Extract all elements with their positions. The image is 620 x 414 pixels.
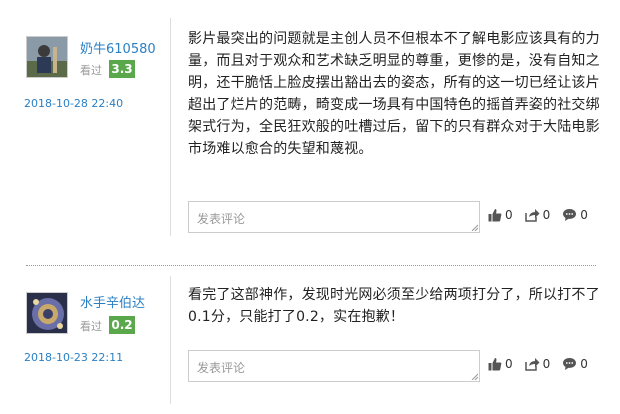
- avatar[interactable]: [26, 36, 68, 78]
- username[interactable]: 水手辛伯达: [80, 292, 145, 311]
- comment-placeholder: 发表评论: [197, 361, 246, 375]
- comment-count: 0: [580, 357, 588, 371]
- comment-count: 0: [580, 208, 588, 222]
- avatar[interactable]: [26, 292, 68, 334]
- share-button[interactable]: 0: [524, 208, 551, 222]
- review-divider: [26, 265, 596, 266]
- review-item: 水手辛伯达 看过 0.2 2018-10-23 22:11 看完了这部神作，发现…: [0, 268, 620, 414]
- review-text: 看完了这部神作，发现时光网必须至少给两项打分了，所以打不了0.1分，只能打了0.…: [188, 287, 600, 325]
- review-item: 奶牛610580 看过 3.3 2018-10-28 22:40 影片最突出的问…: [0, 0, 620, 262]
- like-button[interactable]: 0: [488, 208, 513, 222]
- reviewer-info: 水手辛伯达 看过 0.2 2018-10-23 22:11: [0, 268, 175, 414]
- review-actions: 0 0 0: [488, 354, 600, 374]
- review-date: 2018-10-23 22:11: [24, 351, 124, 364]
- watched-label: 看过: [80, 320, 102, 333]
- share-count: 0: [542, 357, 551, 371]
- comment-button[interactable]: 0: [562, 357, 588, 371]
- column-separator: [170, 276, 171, 404]
- review-actions: 0 0 0: [488, 205, 600, 225]
- share-icon: [524, 358, 540, 371]
- thumbs-up-icon: [488, 358, 502, 371]
- like-count: 0: [505, 357, 513, 371]
- comment-input[interactable]: 发表评论: [188, 201, 480, 233]
- review-date: 2018-10-28 22:40: [24, 97, 124, 110]
- resize-grip-icon[interactable]: [470, 223, 478, 231]
- comment-bubble-icon: [563, 209, 577, 221]
- comment-bubble-icon: [563, 358, 577, 370]
- share-count: 0: [542, 208, 551, 222]
- score-badge: 0.2: [109, 316, 135, 334]
- comment-input[interactable]: 发表评论: [188, 350, 480, 382]
- thumbs-up-icon: [488, 209, 502, 222]
- resize-grip-icon[interactable]: [470, 372, 478, 380]
- reviewer-info: 奶牛610580 看过 3.3 2018-10-28 22:40: [0, 0, 175, 262]
- comment-placeholder: 发表评论: [197, 212, 246, 226]
- like-button[interactable]: 0: [488, 357, 513, 371]
- share-button[interactable]: 0: [524, 357, 551, 371]
- share-icon: [524, 209, 540, 222]
- review-text: 影片最突出的问题就是主创人员不但根本不了解电影应该具有的力量，而且对于观众和艺术…: [188, 31, 600, 157]
- score-badge: 3.3: [109, 60, 135, 78]
- watched-label: 看过: [80, 64, 102, 77]
- comment-button[interactable]: 0: [562, 208, 588, 222]
- username[interactable]: 奶牛610580: [80, 38, 156, 57]
- like-count: 0: [505, 208, 513, 222]
- column-separator: [170, 18, 171, 236]
